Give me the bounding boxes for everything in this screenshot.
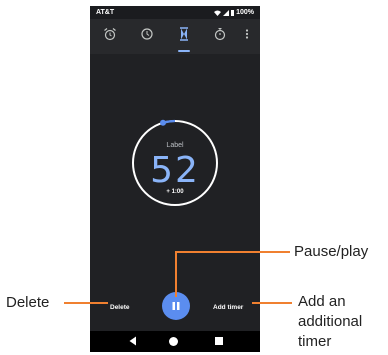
delete-callout-text: Delete [6, 294, 50, 311]
pause-play-callout-line [175, 251, 290, 297]
add-timer-callout-text: Add an additional timer [298, 293, 363, 350]
pause-play-callout-text: Pause/play [294, 243, 369, 260]
annotated-screenshot: AT&T 100% Label 52 + 1:00 Delete Add tim… [0, 0, 388, 355]
